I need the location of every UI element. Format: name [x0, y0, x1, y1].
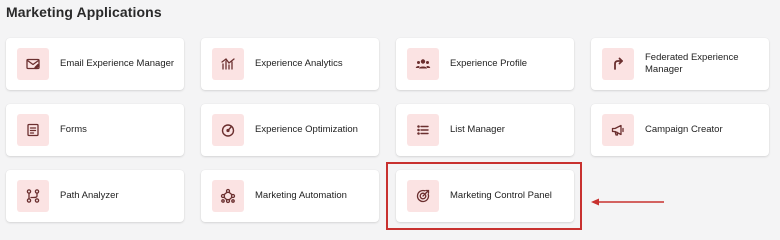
optimization-icon — [212, 114, 244, 146]
tile-label: Marketing Automation — [255, 190, 347, 201]
tile-email-experience-manager[interactable]: Email Experience Manager — [6, 38, 184, 90]
analytics-icon — [212, 48, 244, 80]
tile-forms[interactable]: Forms — [6, 104, 184, 156]
email-icon — [17, 48, 49, 80]
tile-label: Experience Analytics — [255, 58, 343, 69]
tile-label: Experience Profile — [450, 58, 528, 69]
tile-marketing-automation[interactable]: Marketing Automation — [201, 170, 379, 222]
tile-label: Email Experience Manager — [60, 58, 175, 69]
tile-label: Experience Optimization — [255, 124, 358, 135]
profile-icon — [407, 48, 439, 80]
tile-marketing-control-panel[interactable]: Marketing Control Panel — [396, 170, 574, 222]
list-icon — [407, 114, 439, 146]
federated-icon — [602, 48, 634, 80]
tile-label: Campaign Creator — [645, 124, 723, 135]
tile-label: Forms — [60, 124, 87, 135]
tile-label: Federated Experience Manager — [645, 52, 739, 75]
forms-icon — [17, 114, 49, 146]
tile-federated-experience-manager[interactable]: Federated Experience Manager — [591, 38, 769, 90]
tile-path-analyzer[interactable]: Path Analyzer — [6, 170, 184, 222]
tile-label: List Manager — [450, 124, 505, 135]
tile-label: Path Analyzer — [60, 190, 119, 201]
tile-experience-analytics[interactable]: Experience Analytics — [201, 38, 379, 90]
tile-experience-optimization[interactable]: Experience Optimization — [201, 104, 379, 156]
tile-label: Marketing Control Panel — [450, 190, 552, 201]
tile-campaign-creator[interactable]: Campaign Creator — [591, 104, 769, 156]
automation-icon — [212, 180, 244, 212]
section-title: Marketing Applications — [6, 4, 162, 20]
annotation-arrow-icon — [591, 198, 664, 206]
path-icon — [17, 180, 49, 212]
megaphone-icon — [602, 114, 634, 146]
target-icon — [407, 180, 439, 212]
tile-list-manager[interactable]: List Manager — [396, 104, 574, 156]
tile-experience-profile[interactable]: Experience Profile — [396, 38, 574, 90]
